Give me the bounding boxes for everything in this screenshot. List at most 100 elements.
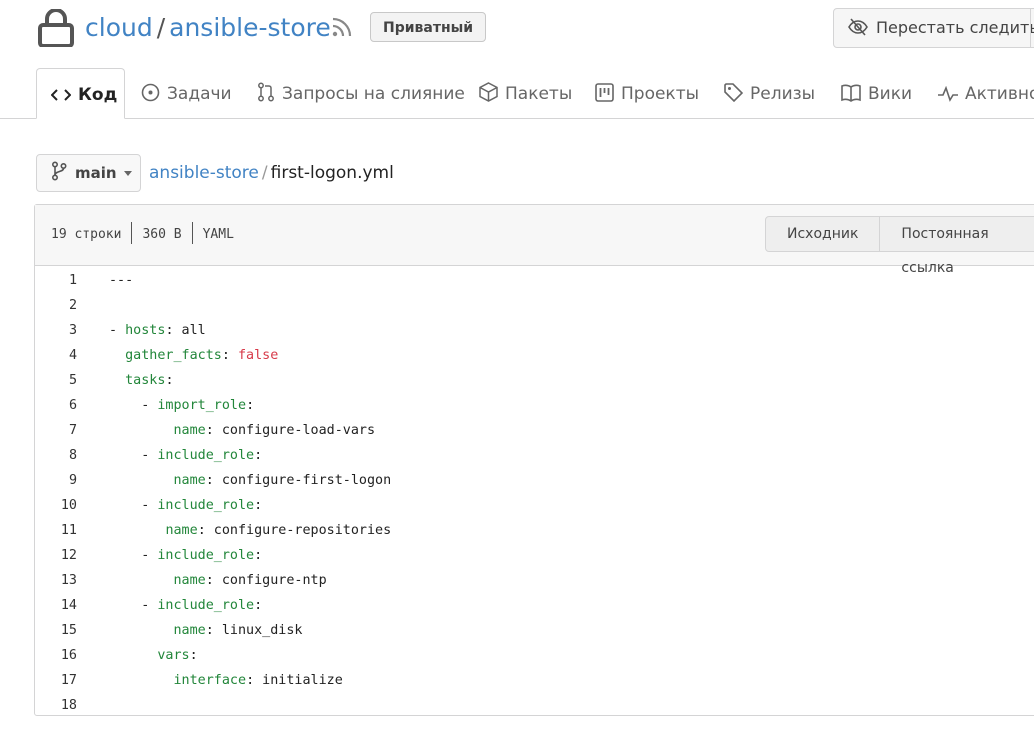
code-token: : configure-ntp <box>205 573 327 588</box>
yaml-key: name <box>173 573 206 588</box>
line-number[interactable]: 13 <box>35 568 77 593</box>
code-token: : <box>165 373 174 388</box>
visibility-badge: Приватный <box>370 12 487 42</box>
tab-pull-requests-label: Запросы на слияние <box>282 84 465 104</box>
line-number[interactable]: 3 <box>35 318 77 343</box>
line-number[interactable]: 12 <box>35 543 77 568</box>
code-text: tasks: <box>109 368 174 393</box>
unwatch-button[interactable]: Перестать следить <box>833 8 1034 48</box>
tab-issues[interactable]: Задачи <box>141 68 232 118</box>
code-text: vars: <box>109 643 197 668</box>
yaml-key: name <box>173 473 206 488</box>
code-text: - include_role: <box>109 493 262 518</box>
issue-icon <box>141 83 160 102</box>
meta-divider <box>191 222 193 244</box>
yaml-key: interface <box>173 673 247 688</box>
permalink-button[interactable]: Постоянная ссылка <box>879 217 1034 276</box>
unwatch-label: Перестать следить <box>876 18 1034 37</box>
tag-icon <box>724 83 744 103</box>
tab-projects-label: Проекты <box>621 84 700 104</box>
yaml-key: include_role <box>157 548 255 563</box>
line-number[interactable]: 5 <box>35 368 77 393</box>
code-token: : initialize <box>246 673 343 688</box>
code-token: : configure-load-vars <box>205 423 376 438</box>
code-line: 6 - import_role: <box>35 393 1034 418</box>
code-token: : <box>254 498 263 513</box>
rss-icon[interactable] <box>331 16 353 38</box>
line-number[interactable]: 2 <box>35 293 77 318</box>
yaml-key: hosts <box>125 323 166 338</box>
breadcrumb-file: first-logon.yml <box>270 163 394 183</box>
file-size: 360 B <box>142 227 182 242</box>
code-line: 11 name: configure-repositories <box>35 518 1034 543</box>
code-token: : configure-repositories <box>197 523 392 538</box>
branch-name: main <box>75 164 117 182</box>
line-number[interactable]: 9 <box>35 468 77 493</box>
code-line: 12 - include_role: <box>35 543 1034 568</box>
yaml-value: false <box>238 348 279 363</box>
pull-request-icon <box>258 82 274 102</box>
code-text: - include_role: <box>109 593 262 618</box>
repo-owner-link[interactable]: cloud <box>85 13 153 42</box>
line-number[interactable]: 1 <box>35 268 77 293</box>
code-text: name: configure-load-vars <box>109 418 376 443</box>
code-text: name: configure-repositories <box>109 518 391 543</box>
line-number[interactable]: 6 <box>35 393 77 418</box>
code-block: 1 --- 2 3- hosts: all 4 gather_facts: false 5… <box>35 268 1034 718</box>
repo-name-link[interactable]: ansible-store <box>169 13 331 42</box>
line-number[interactable]: 16 <box>35 643 77 668</box>
code-token: --- <box>109 273 134 288</box>
code-token: - <box>109 398 158 413</box>
repo-tabs: Код Задачи Запросы на слияние Пакеты Про… <box>0 68 1034 119</box>
line-number[interactable]: 17 <box>35 668 77 693</box>
tab-pull-requests[interactable]: Запросы на слияние <box>257 68 465 118</box>
line-number[interactable]: 11 <box>35 518 77 543</box>
chevron-down-icon <box>124 171 132 176</box>
tab-wiki[interactable]: Вики <box>841 68 912 118</box>
file-lines-count: 19 строки <box>51 227 122 242</box>
line-number[interactable]: 7 <box>35 418 77 443</box>
tab-wiki-label: Вики <box>868 84 913 104</box>
file-viewer: 19 строки 360 B YAML Исходник Постоянная с… <box>34 204 1034 716</box>
line-number[interactable]: 10 <box>35 493 77 518</box>
line-number[interactable]: 8 <box>35 443 77 468</box>
code-token: : <box>254 548 263 563</box>
code-text: - include_role: <box>109 543 262 568</box>
code-text: - hosts: all <box>109 318 206 343</box>
branch-selector[interactable]: main <box>36 154 141 192</box>
code-line: 13 name: configure-ntp <box>35 568 1034 593</box>
code-line: 14 - include_role: <box>35 593 1034 618</box>
code-line: 4 gather_facts: false <box>35 343 1034 368</box>
code-token: - <box>109 498 158 513</box>
tab-releases[interactable]: Релизы <box>724 68 815 118</box>
code-token: : <box>246 398 255 413</box>
code-line: 3 - hosts: all <box>35 318 1034 343</box>
repo-title-separator: / <box>156 13 166 42</box>
code-line: 8 - include_role: <box>35 443 1034 468</box>
code-line: 18 <box>35 693 1034 718</box>
line-number[interactable]: 14 <box>35 593 77 618</box>
code-token: - <box>109 598 158 613</box>
raw-button[interactable]: Исходник <box>766 217 879 251</box>
tab-packages[interactable]: Пакеты <box>479 68 572 118</box>
breadcrumb-repo-link[interactable]: ansible-store <box>149 163 259 183</box>
tab-activity[interactable]: Активность <box>938 68 1034 118</box>
yaml-key: include_role <box>157 598 255 613</box>
line-number[interactable]: 4 <box>35 343 77 368</box>
tab-issues-label: Задачи <box>167 84 232 104</box>
line-number[interactable]: 15 <box>35 618 77 643</box>
file-meta: 19 строки 360 B YAML <box>51 222 234 246</box>
tab-projects[interactable]: Проекты <box>595 68 699 118</box>
tab-code[interactable]: Код <box>36 68 125 119</box>
file-actions: Исходник Постоянная ссылка <box>765 216 1034 276</box>
code-token: - <box>109 448 158 463</box>
line-number[interactable]: 18 <box>35 693 77 718</box>
code-token: - <box>109 323 126 338</box>
yaml-key: name <box>173 423 206 438</box>
